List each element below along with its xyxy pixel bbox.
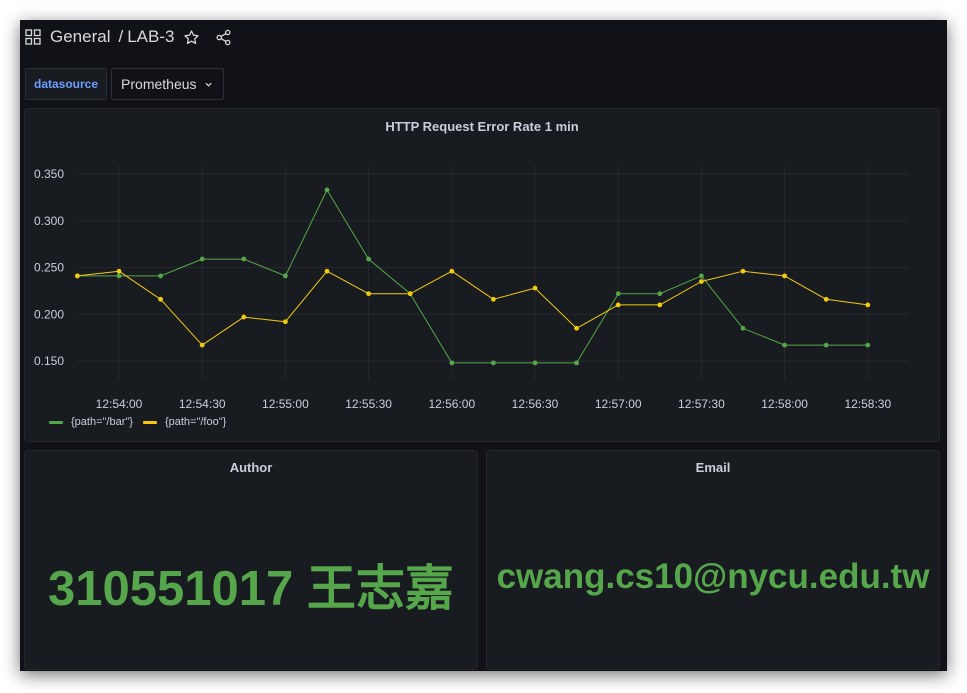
data-point	[116, 268, 122, 274]
data-point	[699, 279, 704, 284]
data-point	[657, 291, 663, 297]
legend-swatch	[142, 420, 157, 424]
data-point	[782, 342, 787, 348]
data-point	[324, 268, 330, 274]
data-point	[865, 302, 871, 308]
data-point	[158, 273, 164, 279]
data-point	[615, 302, 621, 308]
author-value: 310551017 王志嘉	[48, 562, 454, 616]
data-point	[574, 360, 579, 366]
variable-label: datasource	[25, 68, 108, 100]
data-point	[241, 314, 247, 320]
breadcrumb-separator: /	[118, 27, 124, 46]
datasource-value: Prometheus	[121, 76, 197, 92]
data-point	[823, 342, 829, 348]
data-point	[491, 360, 496, 366]
data-point	[449, 268, 455, 274]
data-point	[740, 268, 746, 274]
data-point	[865, 342, 871, 348]
legend-item[interactable]: {path="/bar"}	[49, 416, 133, 428]
x-tick-label: 12:55:00	[262, 397, 309, 411]
x-tick-label: 12:56:00	[428, 397, 475, 411]
data-point	[740, 325, 746, 331]
y-tick-label: 0.350	[34, 167, 64, 181]
data-point	[532, 285, 538, 291]
y-tick-label: 0.200	[34, 307, 64, 321]
data-point	[199, 256, 205, 262]
data-point	[324, 187, 330, 193]
y-tick-label: 0.300	[34, 214, 64, 228]
x-tick-label: 12:55:30	[345, 397, 392, 411]
data-point	[199, 342, 205, 348]
data-point	[366, 256, 371, 262]
data-point	[407, 291, 413, 297]
data-point	[116, 273, 122, 279]
grid-icon[interactable]	[25, 29, 41, 45]
dashboard-window: General / LAB-3 datasource Prometheus HT…	[20, 20, 947, 671]
variables-bar: datasource Prometheus	[25, 68, 224, 100]
legend-swatch	[49, 420, 63, 424]
dashboard-title: LAB-3	[127, 27, 175, 46]
chevron-down-icon	[204, 80, 213, 89]
series-line-0	[77, 189, 868, 364]
email-panel-title[interactable]: Email	[487, 460, 939, 475]
data-point	[657, 302, 663, 308]
data-point	[699, 273, 704, 279]
data-point	[491, 296, 496, 302]
breadcrumb-folder[interactable]: General	[50, 27, 110, 47]
data-point	[283, 319, 288, 325]
x-tick-label: 12:54:00	[96, 397, 143, 411]
data-point	[823, 296, 829, 302]
data-point	[75, 273, 80, 279]
x-tick-label: 12:58:30	[844, 397, 891, 411]
data-point	[241, 256, 247, 262]
data-point	[283, 273, 288, 279]
author-panel: Author 310551017 王志嘉	[24, 450, 478, 670]
legend-item[interactable]: {path="/foo"}	[142, 416, 227, 428]
line-chart: 0.350 0.300 0.250 0.200 0.150 12:54:00 12:54:3…	[34, 166, 908, 411]
data-point	[574, 325, 579, 331]
chart-legend: {path="/bar"} {path="/foo"}	[49, 416, 236, 428]
x-tick-label: 12:57:00	[595, 397, 642, 411]
series-line-1	[77, 270, 868, 346]
x-tick-label: 12:57:30	[678, 397, 725, 411]
data-point	[158, 296, 164, 302]
dashboard-navbar: General / LAB-3	[20, 20, 947, 54]
star-icon[interactable]	[183, 29, 200, 46]
legend-label: {path="/foo"}	[164, 416, 227, 428]
share-icon[interactable]	[215, 29, 232, 46]
x-tick-label: 12:58:00	[761, 397, 808, 411]
graph-panel: HTTP Request Error Rate 1 min 0.350 0.300…	[24, 108, 940, 442]
email-value: cwang.cs10@nycu.edu.tw	[496, 557, 930, 596]
y-tick-label: 0.250	[34, 261, 64, 275]
datasource-select[interactable]: Prometheus	[111, 68, 224, 100]
author-panel-title[interactable]: Author	[25, 460, 477, 475]
data-point	[532, 360, 538, 366]
data-point	[782, 273, 787, 279]
data-point	[366, 291, 371, 297]
x-tick-label: 12:56:30	[512, 397, 559, 411]
data-point	[615, 291, 621, 297]
email-panel: Email cwang.cs10@nycu.edu.tw	[486, 450, 940, 670]
x-tick-label: 12:54:30	[179, 397, 226, 411]
data-point	[449, 360, 455, 366]
legend-label: {path="/bar"}	[71, 416, 133, 428]
y-tick-label: 0.150	[34, 354, 64, 368]
